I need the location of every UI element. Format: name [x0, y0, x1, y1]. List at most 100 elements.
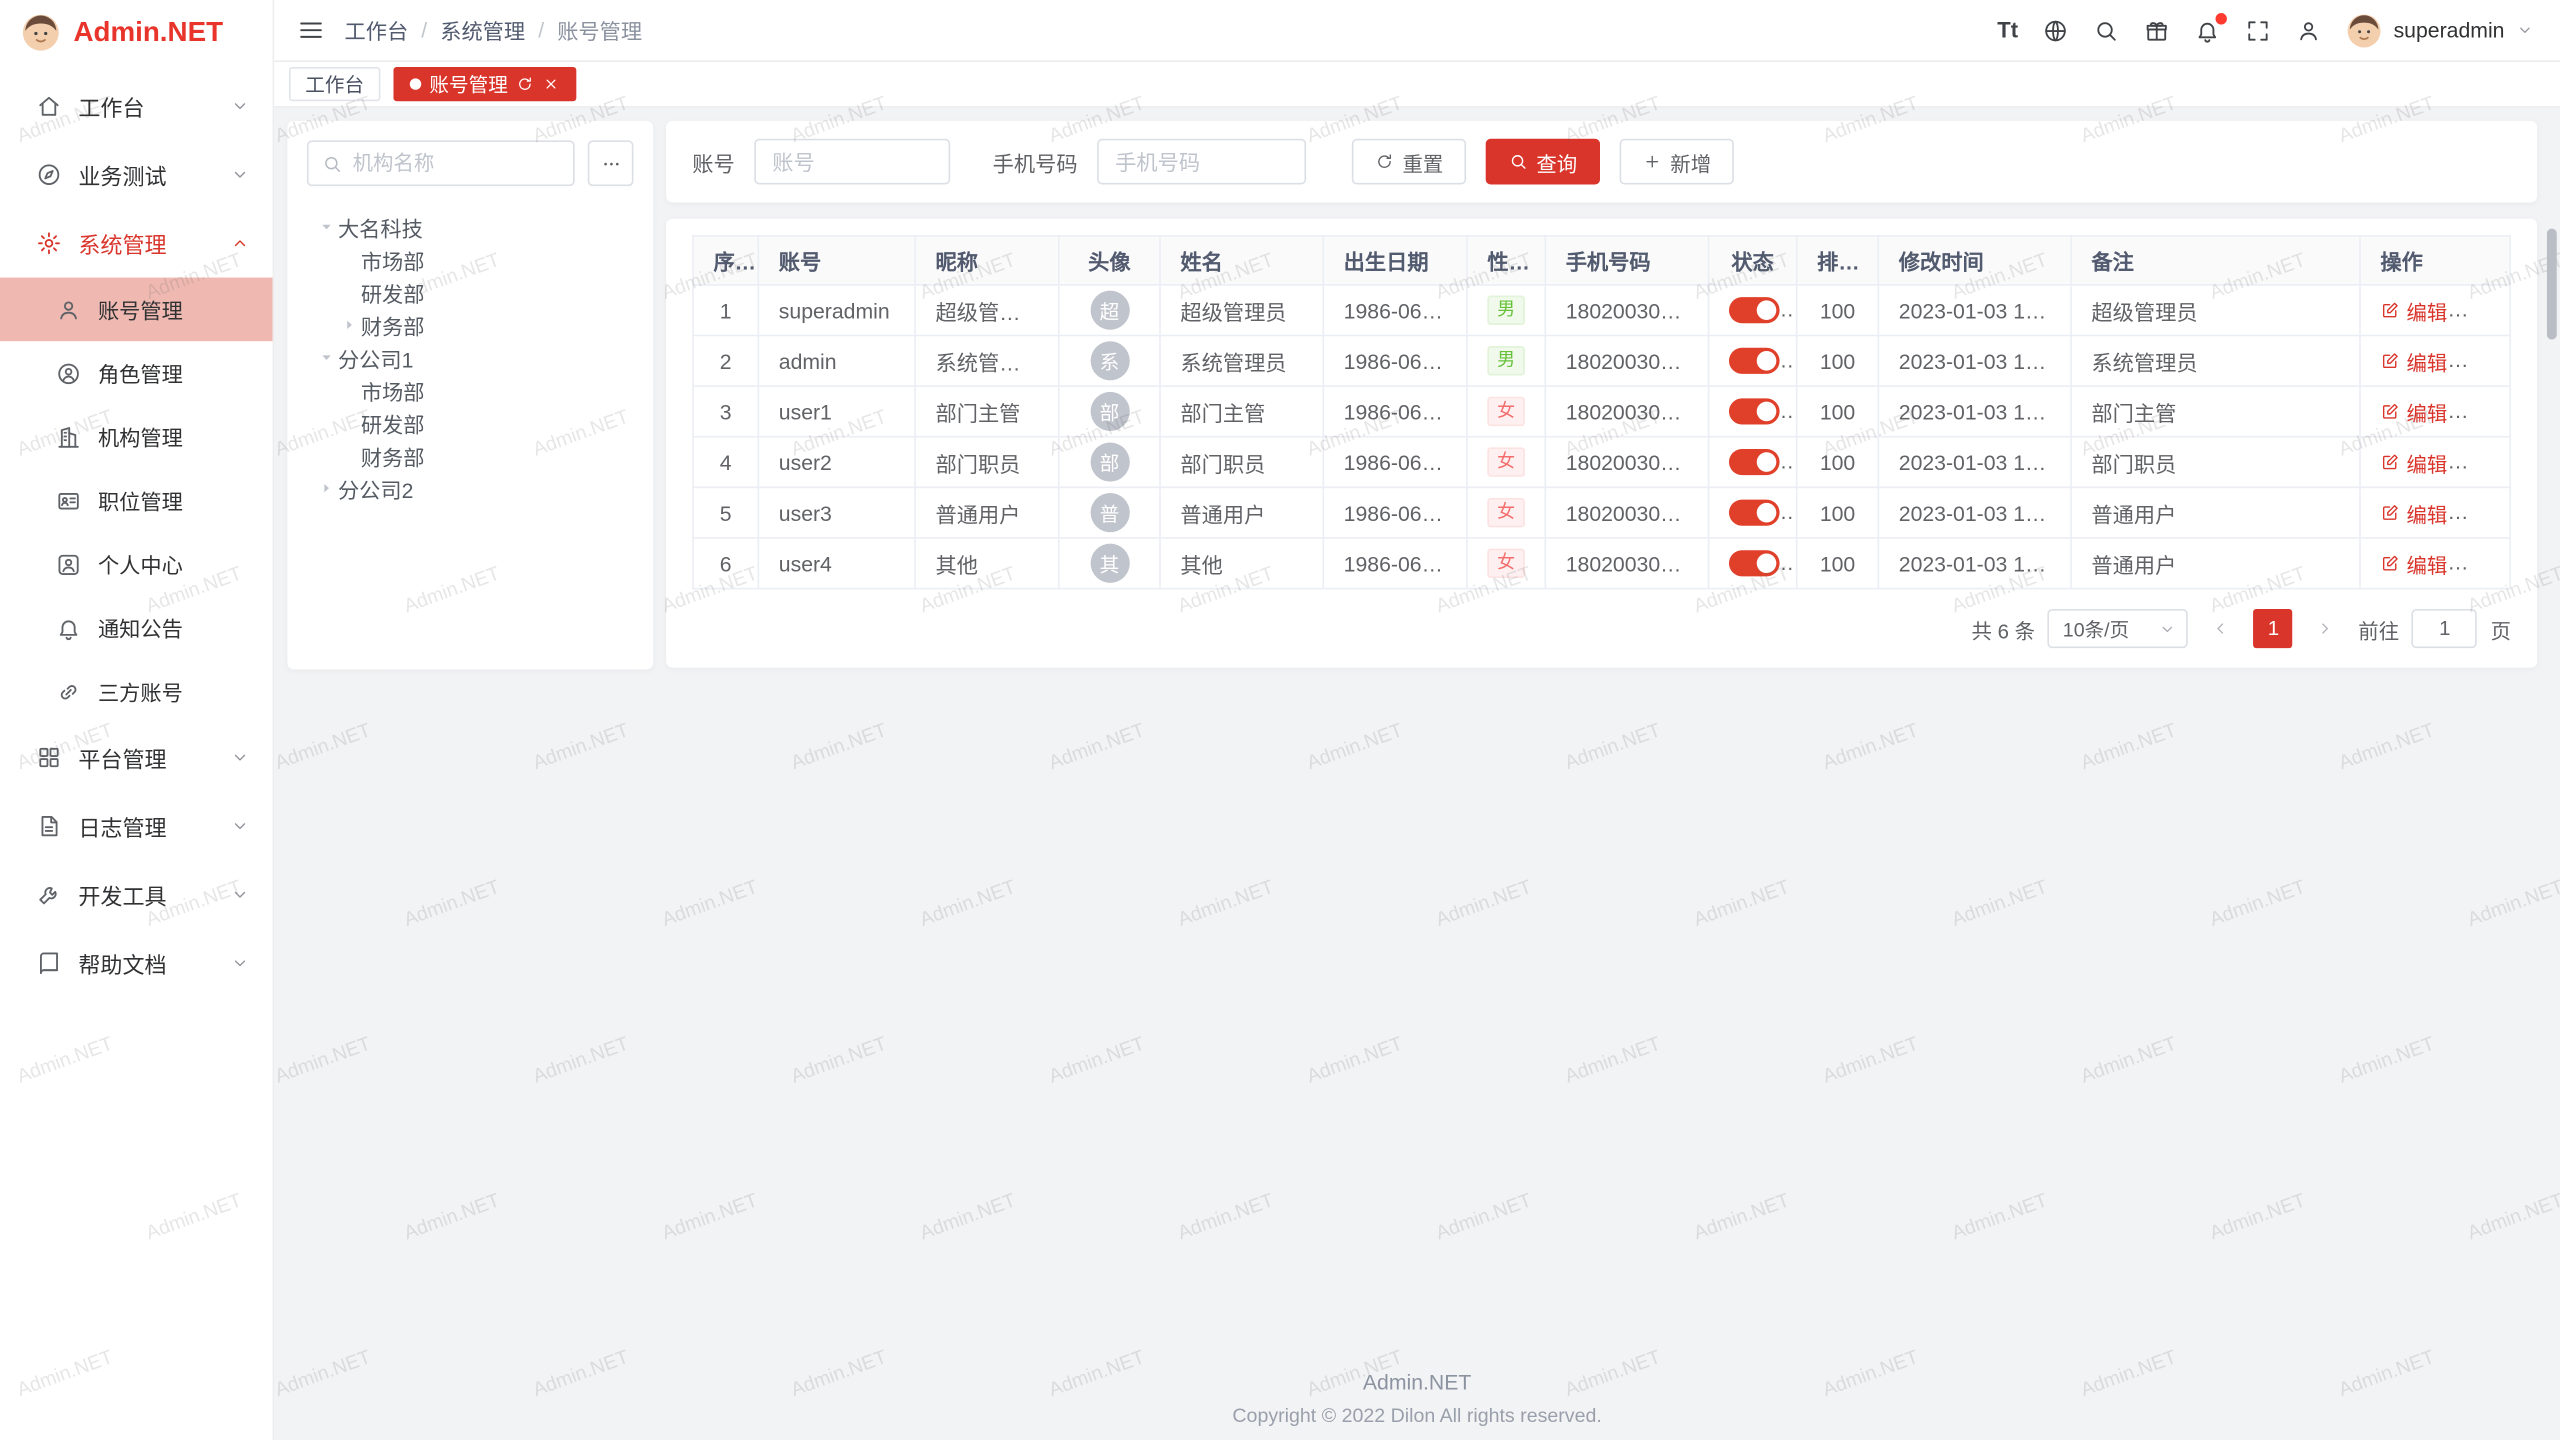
- sidebar-item-workbench[interactable]: 工作台: [0, 72, 273, 141]
- org-search-field[interactable]: [307, 140, 575, 186]
- sidebar-item-org-admin[interactable]: 机构管理: [0, 405, 273, 469]
- sidebar-item-help-docs[interactable]: 帮助文档: [0, 929, 273, 998]
- tree-node[interactable]: 财务部: [307, 439, 634, 472]
- tree-node[interactable]: 分公司2: [307, 472, 634, 505]
- close-icon[interactable]: [542, 75, 560, 93]
- account-input[interactable]: [754, 139, 950, 185]
- org-search-input[interactable]: [353, 152, 560, 175]
- prev-page-button[interactable]: [2202, 609, 2241, 648]
- cell-modified-time: 2023-01-03 10:59:44: [1878, 487, 2071, 538]
- main-area: 工作台/系统管理/账号管理 Tt superadmin 工作台账号: [274, 0, 2560, 1440]
- tree-node[interactable]: 大名科技: [307, 211, 634, 244]
- search-icon: [1509, 152, 1529, 172]
- breadcrumb-item: 账号管理: [557, 15, 642, 46]
- more-actions-button[interactable]: [2470, 349, 2493, 372]
- phone-input[interactable]: [1097, 139, 1306, 185]
- scrollbar-thumb[interactable]: [2547, 229, 2557, 340]
- caret-down-icon[interactable]: [313, 349, 337, 365]
- font-size-icon[interactable]: Tt: [1997, 18, 2018, 42]
- refresh-icon[interactable]: [516, 75, 534, 93]
- more-actions-button[interactable]: [2470, 451, 2493, 474]
- gift-icon[interactable]: [2144, 17, 2170, 43]
- table-row: 6user4其他其其他1986-06-28女180200307201002023…: [693, 538, 2510, 589]
- bell-icon[interactable]: [2194, 17, 2220, 43]
- edit-button[interactable]: 编辑: [2380, 497, 2447, 528]
- more-actions-button[interactable]: [2470, 400, 2493, 423]
- cell-remark: 普通用户: [2071, 538, 2360, 589]
- sidebar-item-platform-admin[interactable]: 平台管理: [0, 723, 273, 792]
- page-size-select[interactable]: 10条/页: [2048, 609, 2188, 648]
- current-page-button[interactable]: 1: [2254, 609, 2293, 648]
- page-size-value: 10条/页: [2063, 615, 2129, 643]
- caret-down-icon[interactable]: [313, 219, 337, 235]
- sidebar-item-personal-center[interactable]: 个人中心: [0, 532, 273, 596]
- chevron-down-icon: [230, 953, 250, 973]
- edit-button[interactable]: 编辑: [2380, 548, 2447, 579]
- log-icon: [36, 813, 62, 839]
- status-toggle[interactable]: [1729, 348, 1780, 374]
- reset-button[interactable]: 重置: [1352, 139, 1466, 185]
- gender-badge: 女: [1487, 397, 1525, 426]
- menu-toggle-icon[interactable]: [297, 16, 325, 44]
- link-icon: [56, 678, 82, 704]
- status-toggle[interactable]: [1729, 449, 1780, 475]
- edit-button[interactable]: 编辑: [2380, 396, 2447, 427]
- caret-right-icon[interactable]: [336, 317, 360, 333]
- user-icon[interactable]: [2296, 17, 2322, 43]
- edit-button[interactable]: 编辑: [2380, 345, 2447, 376]
- tree-node[interactable]: 市场部: [307, 243, 634, 276]
- status-toggle[interactable]: [1729, 399, 1780, 425]
- cell-sort: 100: [1797, 538, 1879, 589]
- tree-node[interactable]: 分公司1: [307, 341, 634, 374]
- breadcrumb-item[interactable]: 工作台: [344, 15, 408, 46]
- status-toggle[interactable]: [1729, 298, 1780, 324]
- sidebar-item-biz-test[interactable]: 业务测试: [0, 140, 273, 209]
- sidebar-item-label: 通知公告: [98, 612, 250, 643]
- caret-right-icon[interactable]: [313, 480, 337, 496]
- globe-icon[interactable]: [2043, 17, 2069, 43]
- tree-more-button[interactable]: [588, 140, 634, 186]
- more-actions-button[interactable]: [2470, 552, 2493, 575]
- sidebar-item-account-admin[interactable]: 账号管理: [0, 278, 273, 342]
- sidebar-item-label: 业务测试: [78, 158, 214, 191]
- sidebar-item-notice[interactable]: 通知公告: [0, 596, 273, 660]
- status-toggle[interactable]: [1729, 551, 1780, 577]
- bell-icon: [56, 615, 82, 641]
- sidebar-item-system-admin[interactable]: 系统管理: [0, 209, 273, 278]
- add-button[interactable]: 新增: [1620, 139, 1734, 185]
- goto-page-input[interactable]: [2412, 609, 2477, 648]
- edit-button[interactable]: 编辑: [2380, 447, 2447, 478]
- pagination: 共 6 条 10条/页 1 前往 页: [692, 609, 2511, 648]
- fullscreen-icon[interactable]: [2245, 17, 2271, 43]
- tree-node[interactable]: 市场部: [307, 374, 634, 407]
- sidebar-item-role-admin[interactable]: 角色管理: [0, 341, 273, 405]
- cell-gender: 男: [1467, 336, 1545, 387]
- sidebar-item-third-account[interactable]: 三方账号: [0, 660, 273, 724]
- tree-node-label: 财务部: [361, 440, 425, 471]
- sidebar-item-position-admin[interactable]: 职位管理: [0, 469, 273, 533]
- tree-node[interactable]: 研发部: [307, 407, 634, 440]
- search-button[interactable]: 查询: [1486, 139, 1600, 185]
- home-icon: [36, 93, 62, 119]
- tree-node[interactable]: 研发部: [307, 276, 634, 309]
- username: superadmin: [2394, 18, 2505, 42]
- breadcrumb-item[interactable]: 系统管理: [440, 15, 525, 46]
- gender-badge: 女: [1487, 549, 1525, 578]
- user-avatar: [2346, 12, 2382, 48]
- status-toggle[interactable]: [1729, 500, 1780, 526]
- tab-0[interactable]: 工作台: [289, 67, 380, 101]
- next-page-button[interactable]: [2306, 609, 2345, 648]
- tree-node[interactable]: 财务部: [307, 309, 634, 342]
- cell-nickname: 超级管理员: [915, 285, 1059, 336]
- more-actions-button[interactable]: [2470, 299, 2493, 322]
- column-header: 备注: [2071, 236, 2360, 285]
- search-icon[interactable]: [2093, 17, 2119, 43]
- logo[interactable]: Admin.NET: [0, 0, 273, 65]
- edit-button[interactable]: 编辑: [2380, 295, 2447, 326]
- sidebar-item-log-admin[interactable]: 日志管理: [0, 792, 273, 861]
- user-menu[interactable]: superadmin: [2346, 12, 2534, 48]
- tab-1[interactable]: 账号管理: [393, 67, 576, 101]
- more-actions-button[interactable]: [2470, 501, 2493, 524]
- sidebar-item-dev-tools[interactable]: 开发工具: [0, 860, 273, 929]
- cell-status: [1709, 487, 1797, 538]
